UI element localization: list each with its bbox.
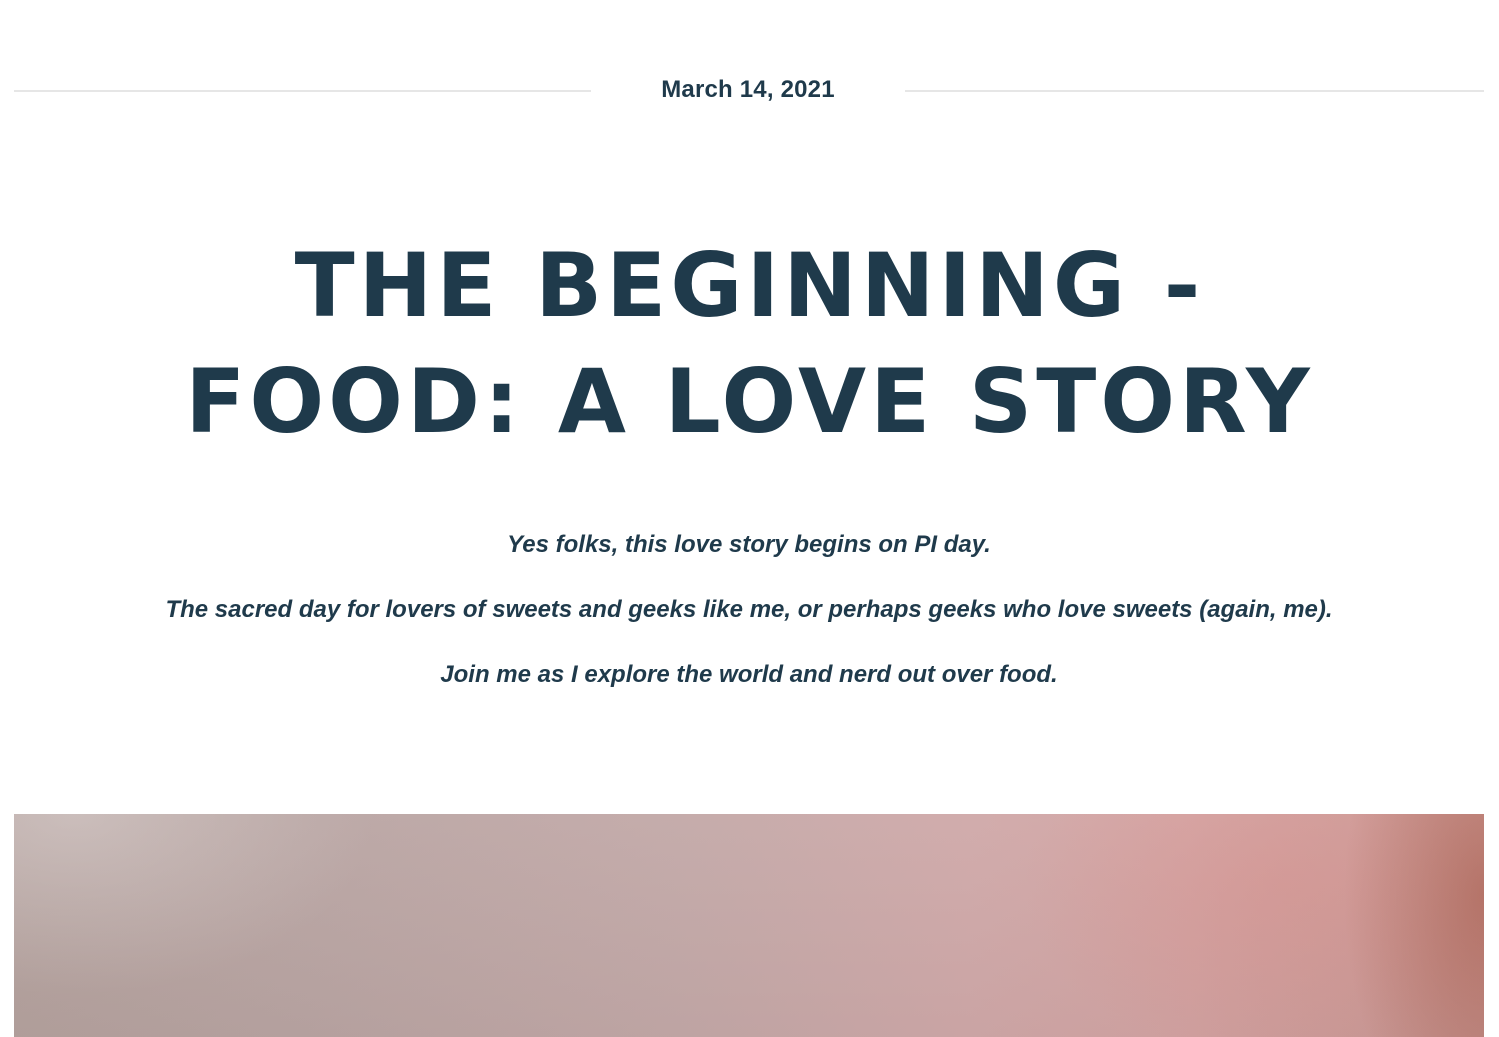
- featured-image: [14, 814, 1484, 1037]
- post-title-line-2: FOOD: A LOVE STORY: [185, 350, 1314, 453]
- intro-paragraph: Join me as I explore the world and nerd …: [440, 661, 1058, 688]
- post-title: THE BEGINNING - FOOD: A LOVE STORY: [100, 228, 1399, 460]
- divider-right: [905, 90, 1484, 92]
- post-intro: Yes folks, this love story begins on PI …: [14, 527, 1484, 722]
- intro-paragraph: The sacred day for lovers of sweets and …: [165, 596, 1333, 623]
- divider-left: [14, 90, 591, 92]
- post-title-line-1: THE BEGINNING -: [294, 234, 1205, 337]
- post-date: March 14, 2021: [661, 76, 835, 103]
- intro-paragraph: Yes folks, this love story begins on PI …: [507, 531, 991, 558]
- post-date-row: March 14, 2021: [14, 70, 1484, 112]
